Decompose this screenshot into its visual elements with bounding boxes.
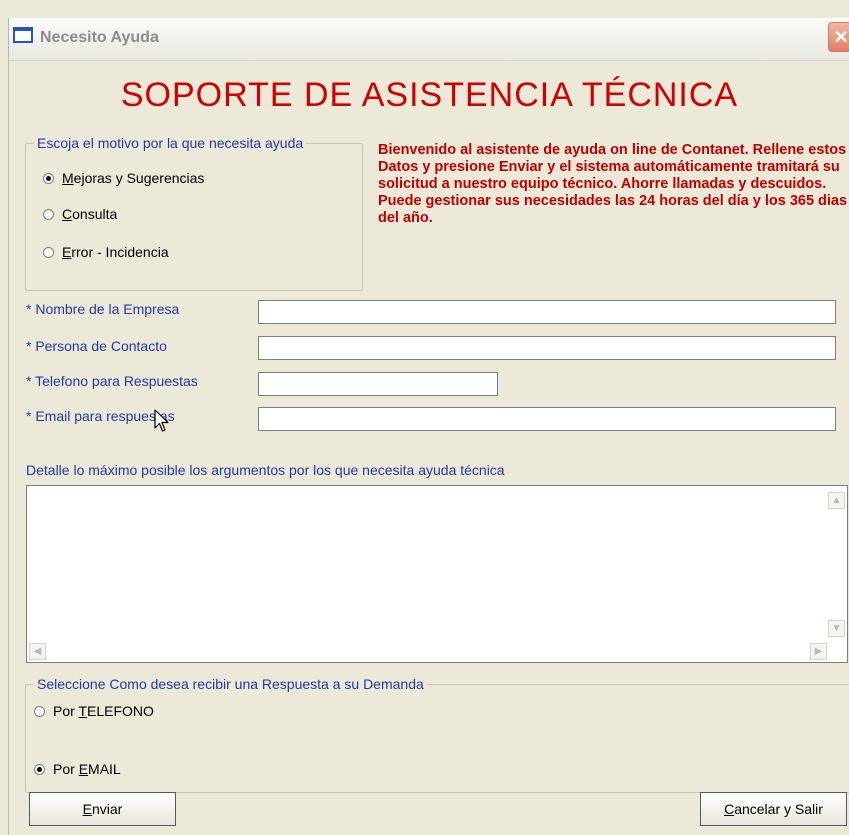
response-group-legend: Seleccione Como desea recibir una Respue… <box>34 676 427 692</box>
contact-input[interactable] <box>258 336 836 360</box>
chevron-right-icon: ▶ <box>814 646 823 657</box>
detail-textarea[interactable]: ▲ ▼ ◀ ▶ <box>26 485 848 663</box>
radio-indicator <box>43 172 54 184</box>
radio-telefono[interactable]: Por TELEFONO <box>34 703 154 719</box>
contact-label: * Persona de Contacto <box>26 338 167 354</box>
phone-label: * Telefono para Respuestas <box>26 373 198 389</box>
email-label: * Email para respuestas <box>26 408 175 424</box>
cancel-exit-button[interactable]: Cancelar y Salir <box>700 792 847 826</box>
radio-indicator <box>43 208 54 220</box>
radio-label: Consulta <box>62 206 118 222</box>
response-group: Seleccione Como desea recibir una Respue… <box>25 676 849 793</box>
radio-label: Mejoras y Sugerencias <box>62 170 205 186</box>
scroll-up-button[interactable]: ▲ <box>828 492 845 509</box>
phone-input[interactable] <box>258 372 498 396</box>
chevron-down-icon: ▼ <box>831 623 842 634</box>
arrow-cursor-icon <box>154 409 169 432</box>
company-input[interactable] <box>258 300 836 324</box>
scroll-left-button[interactable]: ◀ <box>29 643 46 660</box>
radio-indicator <box>34 705 45 717</box>
window-icon <box>13 27 33 43</box>
email-input[interactable] <box>258 407 836 431</box>
radio-consulta[interactable]: Consulta <box>43 206 117 222</box>
radio-label: Por TELEFONO <box>53 703 154 719</box>
reason-group-legend: Escoja el motivo por la que necesita ayu… <box>34 135 307 151</box>
detail-label: Detalle lo máximo posible los argumentos… <box>26 462 505 478</box>
help-dialog: Necesito Ayuda ✕ SOPORTE DE ASISTENCIA T… <box>8 18 849 835</box>
window-title: Necesito Ayuda <box>40 29 159 46</box>
radio-mejoras[interactable]: Mejoras y Sugerencias <box>43 170 204 186</box>
company-label: * Nombre de la Empresa <box>26 301 180 317</box>
send-button[interactable]: Enviar <box>29 792 176 826</box>
radio-indicator <box>43 246 54 258</box>
radio-label: Error - Incidencia <box>62 244 169 260</box>
welcome-message: Bienvenido al asistente de ayuda on line… <box>378 142 848 226</box>
scroll-down-button[interactable]: ▼ <box>828 620 845 637</box>
radio-email[interactable]: Por EMAIL <box>34 761 121 777</box>
reason-group: Escoja el motivo por la que necesita ayu… <box>25 135 363 291</box>
radio-indicator <box>34 763 45 775</box>
chevron-left-icon: ◀ <box>33 646 42 657</box>
scroll-right-button[interactable]: ▶ <box>810 643 827 660</box>
close-button[interactable]: ✕ <box>828 22 849 52</box>
radio-label: Por EMAIL <box>53 761 121 777</box>
close-icon: ✕ <box>833 27 849 47</box>
title-bar[interactable]: Necesito Ayuda ✕ <box>9 18 849 61</box>
radio-error[interactable]: Error - Incidencia <box>43 244 169 260</box>
chevron-up-icon: ▲ <box>831 495 842 506</box>
page-title: SOPORTE DE ASISTENCIA TÉCNICA <box>120 76 739 114</box>
